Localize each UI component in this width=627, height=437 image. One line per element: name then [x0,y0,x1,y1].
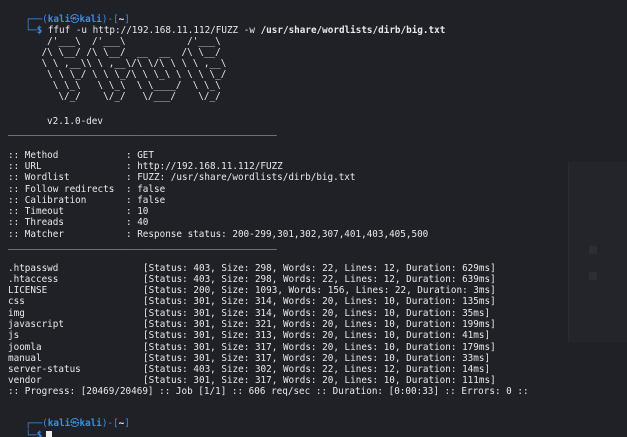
setting-row: :: URL [8,161,42,172]
result-row: js [8,330,19,341]
prompt-second: └─ [25,25,37,37]
input-line[interactable]: └─$ [3,419,53,437]
divider-bottom: ________________________________________… [8,239,277,250]
result-path: .htaccess [8,274,59,285]
setting-value-row: : http://192.168.11.112/FUZZ [126,161,283,172]
setting-row: :: Threads [8,217,64,228]
result-row: manual [8,353,42,364]
result-detail: [Status: 301, Size: 317, Words: 20, Line… [143,353,491,364]
setting-value-row: : false [126,184,166,195]
setting-value-row: : 10 [126,206,149,217]
result-row: joomla [8,342,42,353]
result-row: .htaccess [8,274,58,285]
result-path: server-status [8,364,81,375]
command-program: ffuf [47,25,71,37]
command-url: http://192.168.11.112/FUZZ [92,25,239,37]
result-detail: [Status: 403, Size: 302, Words: 22, Line… [143,364,491,375]
result-detail: [Status: 403, Size: 298, Words: 22, Line… [143,274,496,285]
result-path: js [8,330,20,341]
command-flag-u: -u [75,25,88,37]
result-detail: [Status: 200, Size: 1093, Words: 156, Li… [143,285,496,296]
banner-line: /'___\ /'___\ /'___\ [8,36,221,47]
setting-row: :: Timeout [8,206,64,217]
setting-row: :: Method [8,150,59,161]
result-path: manual [8,353,42,364]
result-detail: [Status: 301, Size: 317, Words: 20, Line… [143,375,496,386]
setting-value-row: : false [126,195,166,206]
result-path: css [8,296,25,307]
setting-value: false [137,184,166,195]
command-line: └─$ ffuf -u http://192.168.11.112/FUZZ -… [3,14,445,36]
command-wordlist: /usr/share/wordlists/dirb/big.txt [260,25,446,37]
result-path: javascript [8,319,64,330]
result-row: css [8,296,25,307]
result-row: javascript [8,319,64,330]
result-path: img [8,308,25,319]
background-window-edge [568,162,627,342]
result-row: img [8,308,25,319]
setting-key: Calibration [24,195,87,206]
banner-line: \ \ ,__\\ \ ,__\/\ \/\ \ \ \ ,__\ [8,58,227,69]
result-detail: [Status: 301, Size: 314, Words: 20, Line… [143,308,491,319]
result-detail: [Status: 403, Size: 298, Words: 22, Line… [143,263,496,274]
setting-value: http://192.168.11.112/FUZZ [137,161,283,172]
setting-value: false [137,195,166,206]
result-detail: [Status: 301, Size: 321, Words: 20, Line… [143,319,496,330]
setting-value-row: : 40 [126,217,149,228]
banner-line: \/_/ \/_/ \/___/ \/_/ [8,91,221,102]
text-cursor [46,430,53,437]
result-path: joomla [8,342,42,353]
prompt-line-2: ┌──(kali㉿kali)-[~] [25,418,130,430]
setting-value: FUZZ: /usr/share/wordlists/dirb/big.txt [137,172,356,183]
progress-status: :: Progress: [20469/20469] :: Job [1/1] … [8,386,529,397]
result-row: vendor [8,375,42,386]
setting-row: :: Calibration [8,195,87,206]
result-detail: [Status: 301, Size: 314, Words: 20, Line… [143,296,496,307]
setting-value: 40 [137,217,149,228]
terminal-window[interactable]: ┌──(kali㉿kali)-[~] └─$ ffuf -u http://19… [0,0,627,437]
prompt-dollar: $ [36,25,43,37]
setting-key: Follow redirects [24,184,115,195]
setting-value: 10 [137,206,149,217]
banner-line: \ \_\ \ \_\ \ \____/ \ \_\ [8,80,221,91]
setting-row: :: Follow redirects [8,184,115,195]
setting-value: GET [137,150,154,161]
result-row: server-status [8,364,81,375]
setting-key: Method [24,150,59,161]
setting-key: URL [24,161,42,172]
setting-value-row: : GET [126,150,154,161]
result-path: vendor [8,375,42,386]
result-detail: [Status: 301, Size: 317, Words: 20, Line… [143,342,496,353]
setting-value-row: : FUZZ: /usr/share/wordlists/dirb/big.tx… [126,172,356,183]
command-flag-w: -w [243,25,255,37]
banner-line: \ \ \_/ \ \ \_/\ \ \_\ \ \ \ \_/ [8,69,227,80]
banner-line: /\ \__/ /\ \__/ __ __ /\ \__/ [8,47,221,58]
result-row: .htpasswd [8,263,58,274]
result-detail: [Status: 301, Size: 313, Words: 20, Line… [143,330,491,341]
result-path: LICENSE [8,285,48,296]
setting-key: Wordlist [24,172,70,183]
result-path: .htpasswd [8,263,59,274]
setting-row: :: Wordlist [8,172,70,183]
result-row: LICENSE [8,285,47,296]
divider-top: ________________________________________… [8,125,277,136]
setting-key: Threads [24,217,64,228]
prompt-line-1: ┌──(kali㉿kali)-[~] [3,3,130,25]
setting-key: Timeout [24,206,64,217]
